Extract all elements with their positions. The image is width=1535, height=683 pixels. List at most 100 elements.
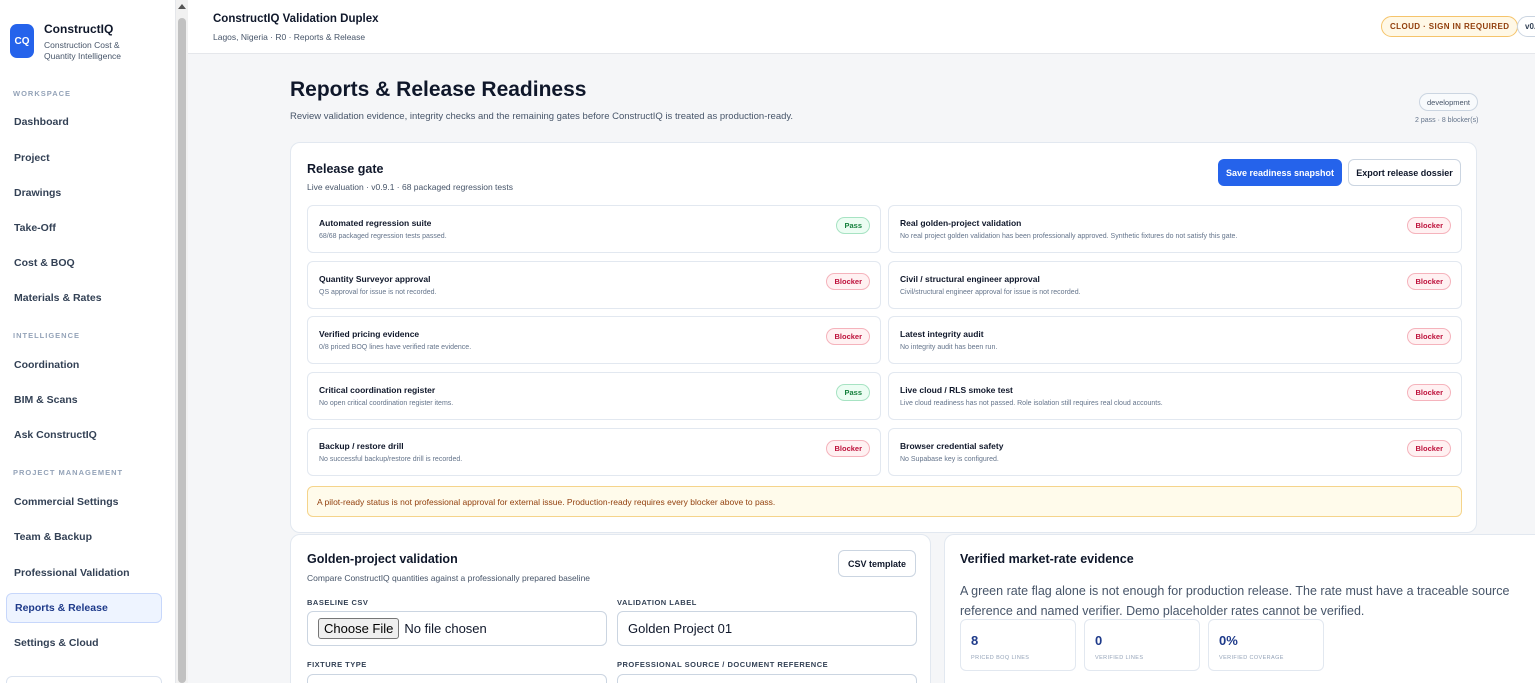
gate-description: 0/8 priced BOQ lines have verified rate …	[319, 344, 472, 351]
sidebar-item-professional-validation[interactable]: Professional Validation	[6, 558, 162, 588]
gate-status-badge: Pass	[836, 384, 870, 401]
gate-item: Critical coordination register No open cr…	[307, 372, 881, 420]
golden-project-subtitle: Compare ConstructIQ quantities against a…	[307, 573, 591, 583]
gate-item: Civil / structural engineer approval Civi…	[888, 261, 1462, 309]
gate-description: No successful backup/restore drill is re…	[319, 456, 463, 463]
stat-priced-boq-lines: 8 PRICED BOQ LINES	[960, 619, 1076, 671]
scroll-thumb[interactable]	[178, 18, 186, 683]
stat-value: 0	[1095, 633, 1103, 648]
release-gate-title: Release gate	[307, 162, 384, 176]
gate-description: No Supabase key is configured.	[900, 456, 999, 463]
gate-name: Verified pricing evidence	[319, 329, 420, 339]
gate-description: No open critical coordination register i…	[319, 400, 454, 407]
sidebar-item-project[interactable]: Project	[6, 143, 162, 173]
sidebar-item-settings-cloud[interactable]: Settings & Cloud	[6, 628, 162, 658]
sidebar-item-coordination[interactable]: Coordination	[6, 350, 162, 380]
gate-status-badge: Blocker	[1407, 440, 1451, 457]
stat-verified-lines: 0 VERIFIED LINES	[1084, 619, 1200, 671]
gate-name: Civil / structural engineer approval	[900, 274, 1040, 284]
stat-label: VERIFIED COVERAGE	[1219, 655, 1284, 661]
professional-source-label: PROFESSIONAL SOURCE / DOCUMENT REFERENCE	[617, 660, 829, 669]
nav-section-workspace: WORKSPACE	[13, 89, 72, 98]
file-status: No file chosen	[404, 621, 487, 636]
gate-item: Latest integrity audit No integrity audit…	[888, 316, 1462, 364]
golden-project-card: Golden-project validation Compare Constr…	[290, 534, 931, 683]
gate-status-badge: Blocker	[1407, 328, 1451, 345]
gate-name: Browser credential safety	[900, 441, 1004, 451]
brand-subtitle: Construction Cost & Quantity Intelligenc…	[44, 40, 122, 61]
validation-label-label: VALIDATION LABEL	[617, 598, 697, 607]
gate-description: Civil/structural engineer approval for i…	[900, 289, 1081, 296]
breadcrumb: Lagos, Nigeria · R0 · Reports & Release	[213, 32, 366, 42]
gate-item: Automated regression suite 68/68 packaged…	[307, 205, 881, 253]
sidebar-item-cost-boq[interactable]: Cost & BOQ	[6, 248, 162, 278]
stat-value: 0%	[1219, 633, 1238, 648]
sidebar-item-bim-scans[interactable]: BIM & Scans	[6, 385, 162, 415]
professional-source-input[interactable]	[617, 674, 917, 683]
save-readiness-snapshot-button[interactable]: Save readiness snapshot	[1218, 159, 1342, 186]
gate-description: No integrity audit has been run.	[900, 344, 998, 351]
market-rate-description: A green rate flag alone is not enough fo…	[960, 584, 1510, 618]
sidebar-item-dashboard[interactable]: Dashboard	[6, 107, 162, 137]
scroll-up-arrow-icon[interactable]	[178, 4, 186, 9]
gate-status-badge: Blocker	[826, 440, 870, 457]
gate-name: Quantity Surveyor approval	[319, 274, 431, 284]
sidebar-scrollbar[interactable]	[176, 0, 188, 683]
gate-status-badge: Blocker	[1407, 384, 1451, 401]
gate-status-badge: Blocker	[826, 328, 870, 345]
csv-template-button[interactable]: CSV template	[838, 550, 916, 577]
cloud-status-badge[interactable]: CLOUD · SIGN IN REQUIRED	[1381, 16, 1519, 37]
market-rate-title: Verified market-rate evidence	[960, 552, 1134, 566]
top-bar: ConstructIQ Validation Duplex Lagos, Nig…	[188, 0, 1535, 54]
golden-project-title: Golden-project validation	[307, 552, 458, 566]
environment-badge: development	[1419, 93, 1478, 111]
baseline-csv-label: BASELINE CSV	[307, 598, 369, 607]
fixture-type-select[interactable]	[307, 674, 607, 683]
sidebar-item-ask-constructiq[interactable]: Ask ConstructIQ	[6, 420, 162, 450]
gate-item: Quantity Surveyor approval QS approval fo…	[307, 261, 881, 309]
nav-section-project-management: PROJECT MANAGEMENT	[13, 468, 124, 477]
stat-verified-coverage: 0% VERIFIED COVERAGE	[1208, 619, 1324, 671]
page-subtitle: Review validation evidence, integrity ch…	[290, 111, 794, 122]
sidebar-item-take-off[interactable]: Take-Off	[6, 213, 162, 243]
sidebar-item-team-backup[interactable]: Team & Backup	[6, 522, 162, 552]
sidebar-item-materials-rates[interactable]: Materials & Rates	[6, 283, 162, 313]
stat-label: PRICED BOQ LINES	[971, 655, 1030, 661]
version-badge: v0.	[1517, 16, 1535, 37]
brand-name: ConstructIQ	[44, 22, 114, 36]
gate-name: Real golden-project validation	[900, 218, 1022, 228]
sidebar-item-drawings[interactable]: Drawings	[6, 178, 162, 208]
gate-description: Live cloud readiness has not passed. Rol…	[900, 400, 1163, 407]
release-gate-card: Release gate Live evaluation · v0.9.1 · …	[290, 142, 1477, 533]
gate-description: 68/68 packaged regression tests passed.	[319, 233, 447, 240]
sidebar-item-reports-release[interactable]: Reports & Release	[6, 593, 162, 623]
fixture-type-label: FIXTURE TYPE	[307, 660, 367, 669]
gate-name: Backup / restore drill	[319, 441, 404, 451]
gate-status-badge: Pass	[836, 217, 870, 234]
choose-file-button[interactable]: Choose File	[318, 618, 400, 639]
gate-item: Verified pricing evidence 0/8 priced BOQ …	[307, 316, 881, 364]
gate-status-badge: Blocker	[826, 273, 870, 290]
gate-name: Live cloud / RLS smoke test	[900, 385, 1013, 395]
gate-status-badge: Blocker	[1407, 273, 1451, 290]
brand[interactable]: CQ ConstructIQ Construction Cost & Quant…	[10, 22, 136, 62]
release-notice: A pilot-ready status is not professional…	[307, 486, 1462, 517]
stat-value: 8	[971, 633, 979, 648]
validation-label-input[interactable]: Golden Project 01	[617, 611, 917, 646]
brand-logo: CQ	[10, 24, 34, 58]
gate-name: Automated regression suite	[319, 218, 432, 228]
stat-label: VERIFIED LINES	[1095, 655, 1144, 661]
sidebar: CQ ConstructIQ Construction Cost & Quant…	[0, 0, 176, 683]
nav-section-intelligence: INTELLIGENCE	[13, 331, 81, 340]
baseline-csv-file-input[interactable]: Choose File No file chosen	[307, 611, 607, 646]
gate-name: Critical coordination register	[319, 385, 436, 395]
gate-status-badge: Blocker	[1407, 217, 1451, 234]
gate-name: Latest integrity audit	[900, 329, 984, 339]
gate-description: No real project golden validation has be…	[900, 233, 1238, 240]
project-title: ConstructIQ Validation Duplex	[213, 13, 379, 25]
gate-item: Live cloud / RLS smoke test Live cloud re…	[888, 372, 1462, 420]
sidebar-item-commercial-settings[interactable]: Commercial Settings	[6, 487, 162, 517]
gate-item: Real golden-project validation No real pr…	[888, 205, 1462, 253]
export-release-dossier-button[interactable]: Export release dossier	[1348, 159, 1461, 186]
release-gate-subtitle: Live evaluation · v0.9.1 · 68 packaged r…	[307, 182, 514, 192]
